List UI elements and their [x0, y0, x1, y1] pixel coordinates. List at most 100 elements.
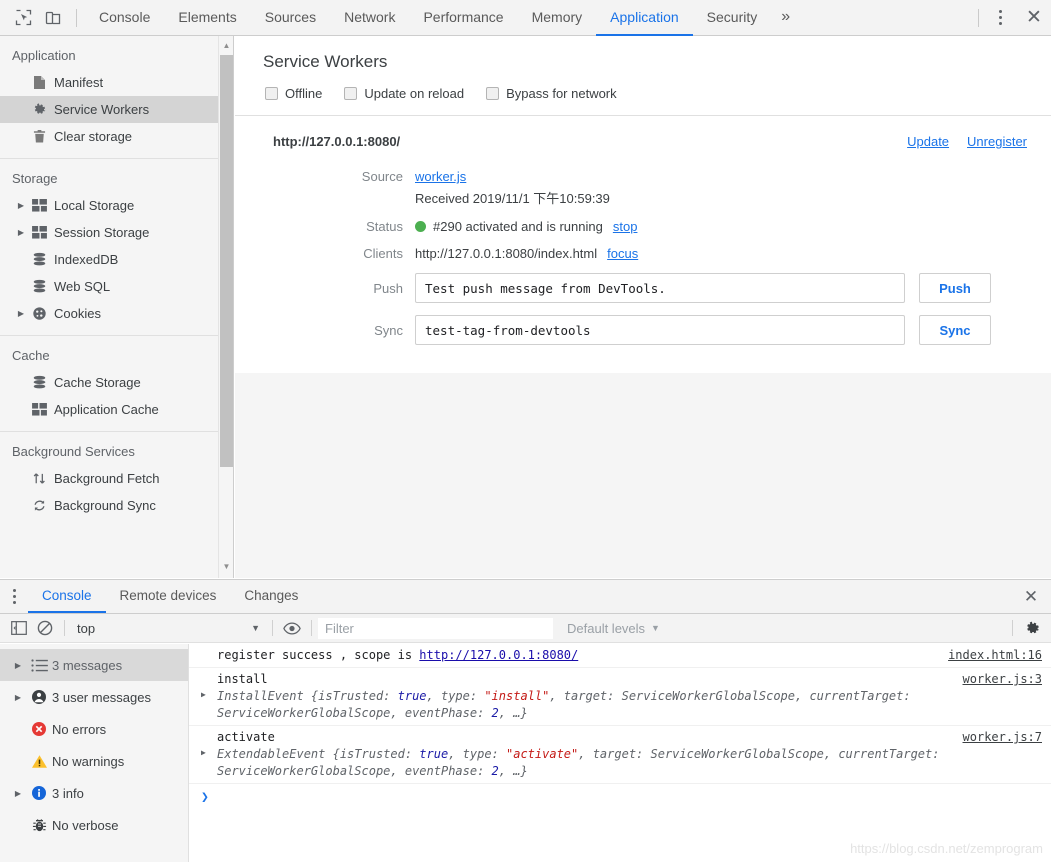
console-object-preview[interactable]: ExtendableEvent {isTrusted: true, type: …	[217, 746, 1043, 780]
console-settings-gear-icon[interactable]	[1019, 616, 1045, 640]
tab-sources[interactable]: Sources	[251, 0, 330, 36]
chevron-right-icon[interactable]: ▶	[14, 228, 28, 237]
chevron-right-icon[interactable]: ▶	[10, 693, 26, 702]
live-expression-icon[interactable]	[279, 616, 305, 640]
drawer-tab-console[interactable]: Console	[28, 580, 106, 613]
chevron-right-icon[interactable]: ▶	[10, 661, 26, 670]
console-filter-input[interactable]	[318, 617, 553, 639]
devtools-drawer: Console Remote devices Changes ✕ top ▼ F…	[0, 579, 1051, 862]
more-tabs-icon[interactable]: »	[771, 0, 800, 36]
scroll-up-icon[interactable]: ▲	[219, 38, 233, 53]
expand-object-icon[interactable]: ▶	[201, 747, 206, 758]
tab-memory[interactable]: Memory	[518, 0, 597, 36]
drawer-close-icon[interactable]: ✕	[1011, 580, 1051, 613]
drawer-more-options-icon[interactable]	[0, 580, 28, 613]
more-options-icon[interactable]	[987, 5, 1013, 31]
console-sidebar-item-verbose[interactable]: ▶ No verbose	[0, 809, 188, 841]
console-prompt[interactable]: ❯	[189, 784, 1051, 808]
sidebar-item-label: Session Storage	[54, 225, 150, 240]
console-sidebar-item-errors[interactable]: ▶ No errors	[0, 713, 188, 745]
source-file-link[interactable]: worker.js	[415, 169, 466, 184]
console-body: ▶ 3 messages ▶ 3 user messages ▶	[0, 644, 1051, 862]
sidebar-item-cache-storage[interactable]: ▶ Cache Storage	[0, 369, 233, 396]
drawer-tab-remote-devices[interactable]: Remote devices	[106, 580, 231, 613]
chevron-right-icon[interactable]: ▶	[10, 789, 26, 798]
sidebar-item-local-storage[interactable]: ▶ Local Storage	[0, 192, 233, 219]
console-message-source[interactable]: worker.js:7	[963, 729, 1042, 746]
database-icon	[28, 252, 50, 267]
console-sidebar-label: No warnings	[52, 753, 125, 769]
received-value: Received 2019/11/1 下午10:59:39	[415, 191, 610, 206]
status-value: #290 activated and is running	[433, 219, 603, 234]
bug-icon	[26, 818, 52, 833]
close-devtools-icon[interactable]: ✕	[1017, 3, 1051, 33]
chevron-right-icon[interactable]: ▶	[14, 201, 28, 210]
checkbox-box[interactable]	[265, 87, 278, 100]
console-message-text: install	[217, 672, 268, 687]
sidebar-item-label: Cookies	[54, 306, 101, 321]
clear-console-icon[interactable]	[32, 616, 58, 640]
log-levels-selector[interactable]: Default levels ▼	[567, 621, 660, 636]
sidebar-item-manifest[interactable]: ▶ Manifest	[0, 69, 233, 96]
sidebar-item-label: Web SQL	[54, 279, 111, 294]
console-message[interactable]: activate worker.js:7 ▶ ExtendableEvent {…	[189, 726, 1051, 785]
checkbox-box[interactable]	[486, 87, 500, 100]
push-input[interactable]	[415, 273, 905, 303]
application-sidebar-tree[interactable]: Application ▶ Manifest ▶ Service Workers…	[0, 36, 234, 578]
sidebar-scrollbar[interactable]: ▲ ▼	[218, 36, 233, 578]
sync-input[interactable]	[415, 315, 905, 345]
update-on-reload-checkbox[interactable]: Update on reload	[344, 86, 464, 101]
toolbar-divider	[76, 8, 77, 27]
service-workers-panel: Service Workers Offline Update on reload…	[235, 36, 1051, 578]
console-sidebar-item-info[interactable]: ▶ 3 info	[0, 777, 188, 809]
console-message[interactable]: install worker.js:3 ▶ InstallEvent {isTr…	[189, 668, 1051, 727]
sidebar-item-cookies[interactable]: ▶ Cookies	[0, 300, 233, 327]
sidebar-item-service-workers[interactable]: ▶ Service Workers	[0, 96, 233, 123]
tab-performance[interactable]: Performance	[409, 0, 517, 36]
sidebar-item-web-sql[interactable]: ▶ Web SQL	[0, 273, 233, 300]
error-icon	[26, 721, 52, 737]
offline-checkbox[interactable]: Offline	[265, 86, 322, 101]
sidebar-item-background-fetch[interactable]: ▶ Background Fetch	[0, 465, 233, 492]
tab-security[interactable]: Security	[693, 0, 772, 36]
service-worker-registration-card: http://127.0.0.1:8080/ Update Unregister…	[235, 116, 1051, 373]
expand-object-icon[interactable]: ▶	[201, 689, 206, 700]
inspect-cursor-icon[interactable]	[8, 4, 38, 32]
show-console-sidebar-icon[interactable]	[6, 616, 32, 640]
unregister-link[interactable]: Unregister	[967, 134, 1027, 149]
checkbox-box[interactable]	[344, 87, 358, 100]
push-button[interactable]: Push	[919, 273, 991, 303]
device-toolbar-icon[interactable]	[38, 4, 68, 32]
console-sidebar-item-warnings[interactable]: ▶ No warnings	[0, 745, 188, 777]
console-message-list[interactable]: register success , scope is http://127.0…	[189, 644, 1051, 862]
tab-application[interactable]: Application	[596, 0, 693, 36]
toolbar-right-group: ✕	[970, 0, 1051, 36]
sidebar-item-application-cache[interactable]: ▶ Application Cache	[0, 396, 233, 423]
update-link[interactable]: Update	[907, 134, 949, 149]
console-sidebar-item-messages[interactable]: ▶ 3 messages	[0, 649, 188, 681]
sidebar-item-indexeddb[interactable]: ▶ IndexedDB	[0, 246, 233, 273]
sync-button[interactable]: Sync	[919, 315, 991, 345]
console-object-preview[interactable]: InstallEvent {isTrusted: true, type: "in…	[217, 688, 1043, 722]
chevron-right-icon[interactable]: ▶	[14, 309, 28, 318]
console-message-source[interactable]: index.html:16	[948, 647, 1042, 664]
console-message[interactable]: register success , scope is http://127.0…	[189, 644, 1051, 669]
stop-link[interactable]: stop	[613, 219, 638, 234]
tab-elements[interactable]: Elements	[164, 0, 250, 36]
sidebar-item-clear-storage[interactable]: ▶ Clear storage	[0, 123, 233, 150]
tab-console[interactable]: Console	[85, 0, 164, 36]
sidebar-item-background-sync[interactable]: ▶ Background Sync	[0, 492, 233, 519]
drawer-tab-changes[interactable]: Changes	[230, 580, 312, 613]
sidebar-item-session-storage[interactable]: ▶ Session Storage	[0, 219, 233, 246]
scroll-down-icon[interactable]: ▼	[219, 559, 233, 574]
console-message-source[interactable]: worker.js:3	[963, 671, 1042, 688]
push-label: Push	[373, 280, 403, 296]
console-message-link[interactable]: http://127.0.0.1:8080/	[419, 648, 578, 662]
tab-network[interactable]: Network	[330, 0, 409, 36]
bypass-for-network-checkbox[interactable]: Bypass for network	[486, 86, 617, 101]
execution-context-selector[interactable]: top ▼	[71, 617, 266, 639]
console-sidebar[interactable]: ▶ 3 messages ▶ 3 user messages ▶	[0, 644, 189, 862]
console-sidebar-item-user-messages[interactable]: ▶ 3 user messages	[0, 681, 188, 713]
focus-link[interactable]: focus	[607, 246, 638, 261]
scrollbar-thumb[interactable]	[220, 55, 233, 467]
